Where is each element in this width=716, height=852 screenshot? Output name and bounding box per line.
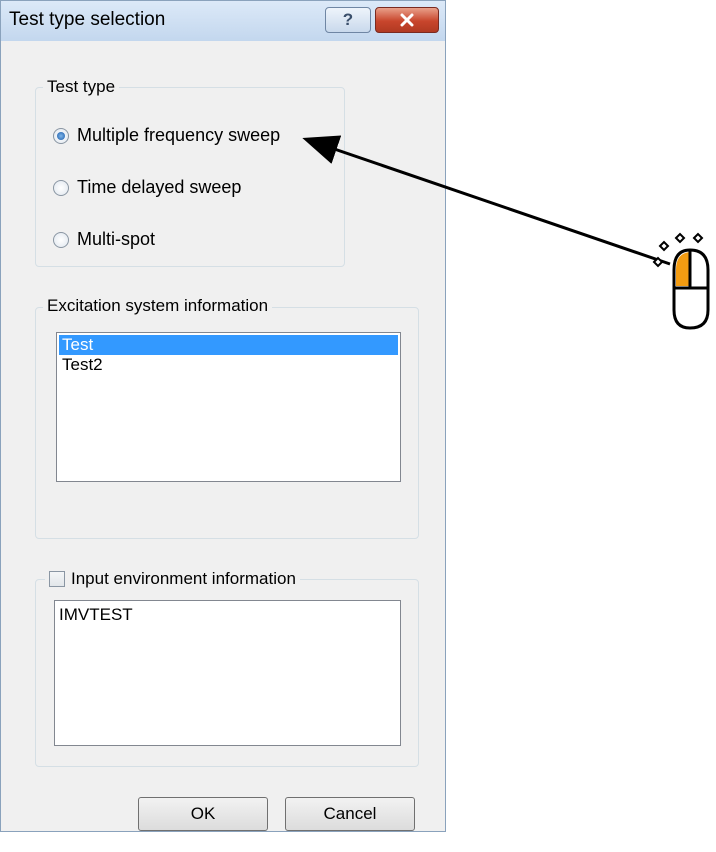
- mouse-left-click-icon: [652, 232, 710, 330]
- annotation-arrow: [302, 135, 671, 266]
- annotation-overlay: [302, 135, 710, 330]
